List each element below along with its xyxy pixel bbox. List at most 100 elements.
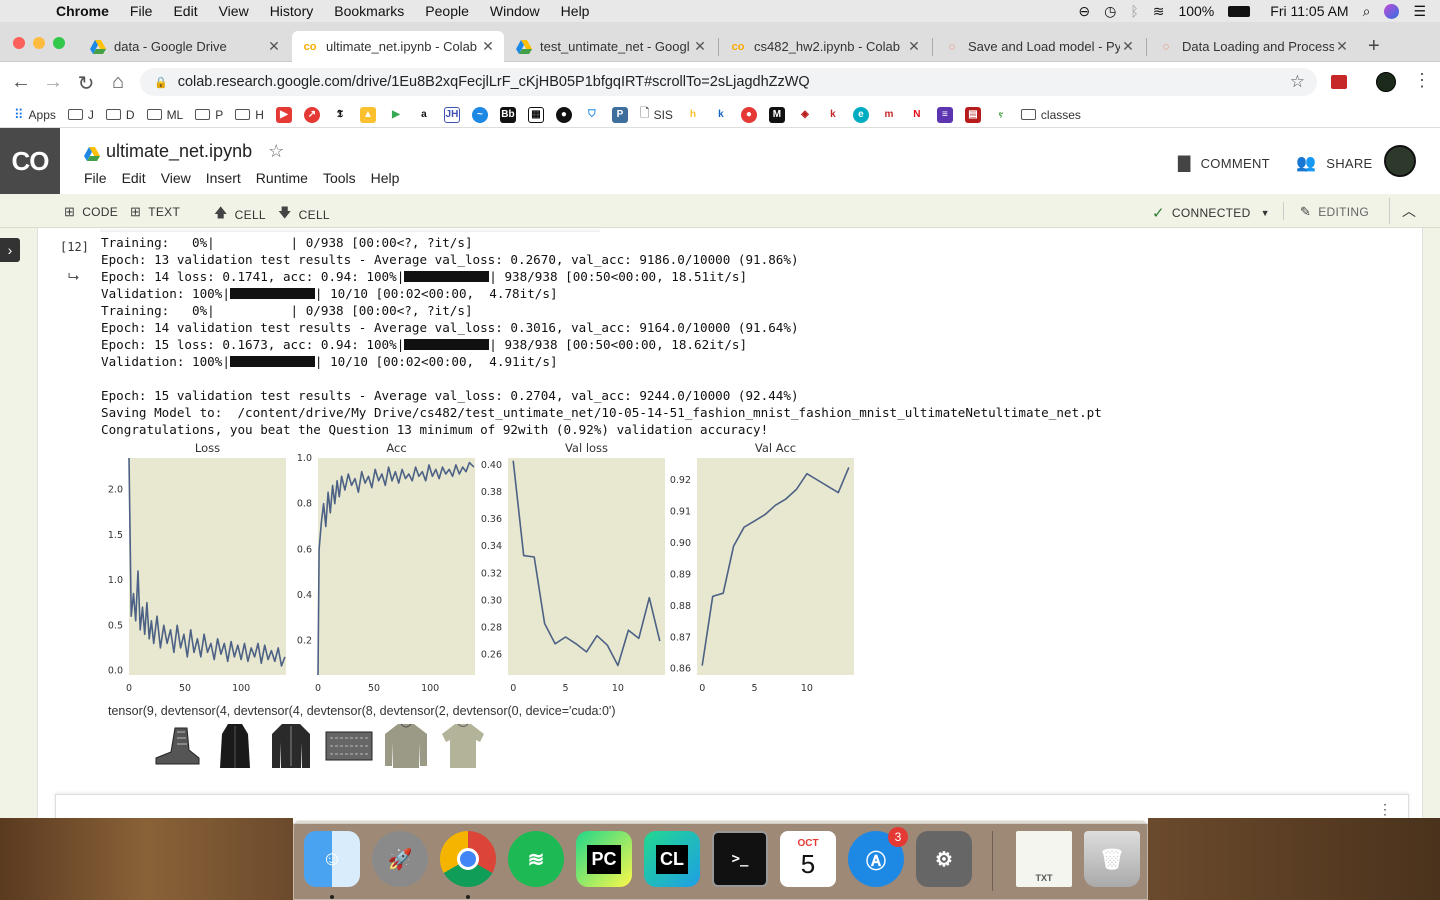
launchpad-icon[interactable]: 🚀 [372, 831, 428, 887]
connected-status-button[interactable]: ✓ CONNECTED ▼ [1152, 204, 1270, 222]
notification-center-icon[interactable]: ☰ [1413, 3, 1426, 20]
time-machine-icon[interactable]: ◷ [1104, 3, 1116, 20]
home-icon[interactable]: ⌂ [107, 71, 129, 94]
close-window-icon[interactable] [13, 37, 25, 49]
collapse-header-icon[interactable]: ︿ [1402, 201, 1416, 221]
lock-icon[interactable]: 🔒 [154, 76, 168, 89]
cell-more-icon[interactable]: ⋮ [1378, 801, 1392, 818]
menu-file[interactable]: File [130, 3, 153, 19]
new-tab-icon[interactable]: + [1368, 35, 1380, 58]
bookmark-folder-h[interactable]: H [235, 108, 264, 122]
minimize-window-icon[interactable] [33, 37, 45, 49]
bookmark-nyt-icon[interactable]: 𝕿 [332, 107, 348, 123]
tab-data-google-drive[interactable]: data - Google Drive ✕ [80, 31, 290, 62]
wifi-icon[interactable]: ≋ [1153, 3, 1165, 20]
bookmark-medium-icon[interactable]: M [768, 106, 785, 123]
back-icon[interactable]: ← [10, 71, 32, 94]
bookmark-folder-d[interactable]: D [105, 108, 135, 122]
bookmark-youtube-icon[interactable]: ▶ [275, 106, 292, 123]
colab-logo[interactable]: CO [0, 128, 60, 194]
menu-app-chrome[interactable]: Chrome [56, 3, 109, 19]
bookmark-leaf-icon[interactable]: ⲋ [993, 107, 1009, 123]
close-tab-icon[interactable]: ✕ [692, 38, 708, 55]
bookmark-k2-icon[interactable]: k [825, 107, 841, 123]
close-tab-icon[interactable]: ✕ [906, 38, 922, 55]
colab-menu-runtime[interactable]: Runtime [256, 170, 308, 186]
bookmark-film-icon[interactable]: ▤ [964, 106, 981, 123]
close-tab-icon[interactable]: ✕ [480, 38, 496, 55]
bookmark-apps[interactable]: ⠿ Apps [14, 107, 56, 123]
bluetooth-icon[interactable]: ᛒ [1130, 3, 1138, 19]
bookmark-jh-icon[interactable]: JH [443, 106, 460, 123]
spotlight-icon[interactable]: ⌕ [1363, 3, 1371, 20]
terminal-icon[interactable]: >_ [712, 831, 768, 887]
bookmark-reddit-icon[interactable]: ● [740, 106, 757, 123]
colab-menu-file[interactable]: File [84, 170, 107, 186]
colab-menu-tools[interactable]: Tools [323, 170, 356, 186]
share-button[interactable]: 👥 SHARE [1296, 153, 1373, 173]
comment-button[interactable]: ▇ COMMENT [1178, 153, 1270, 173]
expand-sidebar-icon[interactable]: › [0, 238, 20, 262]
tab-ultimate-net-colab[interactable]: co ultimate_net.ipynb - Colab ✕ [292, 31, 504, 62]
bookmark-play-icon[interactable]: ▶ [388, 107, 404, 123]
menu-bookmarks[interactable]: Bookmarks [334, 3, 404, 19]
move-cell-up-button[interactable]: 🡅 CELL [214, 204, 266, 226]
bookmark-folder-classes[interactable]: classes [1020, 108, 1081, 122]
bookmark-github-icon[interactable]: ● [555, 106, 572, 123]
finder-icon[interactable]: ☺ [304, 831, 360, 887]
menu-window[interactable]: Window [490, 3, 540, 19]
execution-count[interactable]: [12] [60, 240, 89, 254]
menu-history[interactable]: History [270, 3, 314, 19]
colab-menu-insert[interactable]: Insert [206, 170, 241, 186]
spotify-icon[interactable]: ≋ [508, 831, 564, 887]
tab-test-untimate-net-drive[interactable]: test_untimate_net - Googl ✕ [506, 31, 716, 62]
bookmark-qr-icon[interactable]: ▦ [527, 106, 544, 123]
menu-view[interactable]: View [219, 3, 249, 19]
clion-icon[interactable]: CL [644, 831, 700, 887]
bookmark-netflix-icon[interactable]: N [909, 107, 925, 123]
bookmark-h-icon[interactable]: h [685, 107, 701, 123]
menu-people[interactable]: People [425, 3, 469, 19]
bookmark-amazon-icon[interactable]: a [416, 107, 432, 123]
chrome-icon[interactable] [440, 831, 496, 887]
bookmark-box-icon[interactable]: ◈ [797, 107, 813, 123]
chrome-menu-icon[interactable]: ⋮ [1413, 70, 1431, 91]
colab-menu-edit[interactable]: Edit [122, 170, 146, 186]
trash-icon[interactable]: 🗑 [1084, 831, 1140, 887]
menu-help[interactable]: Help [561, 3, 590, 19]
bookmark-p-icon[interactable]: P [611, 106, 628, 123]
pycharm-icon[interactable]: PC [576, 831, 632, 887]
tab-cs482-hw2-colab[interactable]: co cs482_hw2.ipynb - Colab ✕ [720, 31, 930, 62]
siri-icon[interactable] [1384, 3, 1400, 19]
add-text-button[interactable]: ⊞ TEXT [130, 204, 180, 220]
bookmark-folder-p[interactable]: P [195, 108, 223, 122]
bookmark-k-icon[interactable]: k [713, 107, 729, 123]
move-cell-down-button[interactable]: 🡇 CELL [278, 204, 330, 226]
forward-icon[interactable]: → [42, 71, 64, 94]
avatar[interactable] [1384, 145, 1416, 177]
bookmark-messenger-icon[interactable]: ~ [471, 106, 488, 123]
vpn-icon[interactable]: ⊖ [1078, 3, 1090, 20]
close-tab-icon[interactable]: ✕ [1120, 38, 1136, 55]
profile-icon[interactable] [1376, 72, 1396, 92]
calendar-icon[interactable]: OCT 5 [780, 831, 836, 887]
reload-icon[interactable]: ↻ [75, 71, 97, 96]
bookmark-mcgraw-icon[interactable]: m [881, 107, 897, 123]
bookmark-bb-icon[interactable]: Bb [499, 106, 516, 123]
zoom-window-icon[interactable] [53, 37, 65, 49]
bookmark-folder-ml[interactable]: ML [146, 108, 183, 122]
bookmark-list-icon[interactable]: ≡ [936, 106, 953, 123]
editing-mode-button[interactable]: ✎ EDITING [1300, 204, 1369, 220]
bookmark-star-icon[interactable]: ☆ [1290, 72, 1305, 92]
close-tab-icon[interactable]: ✕ [1334, 38, 1350, 55]
colab-menu-help[interactable]: Help [371, 170, 400, 186]
bookmark-folder-j[interactable]: J [67, 108, 94, 122]
bookmark-shield-icon[interactable]: ⛉ [584, 107, 600, 123]
system-preferences-icon[interactable]: ⚙ [916, 831, 972, 887]
battery-percent[interactable]: 100% [1178, 3, 1214, 19]
notebook-title[interactable]: ultimate_net.ipynb [106, 141, 252, 162]
output-icon[interactable]: ⮡ [68, 268, 79, 285]
app-store-icon[interactable]: Ⓐ 3 [848, 827, 908, 887]
txt-file-icon[interactable]: TXT [1016, 831, 1072, 887]
bookmark-sis[interactable]: 🗋 SIS [640, 104, 673, 125]
